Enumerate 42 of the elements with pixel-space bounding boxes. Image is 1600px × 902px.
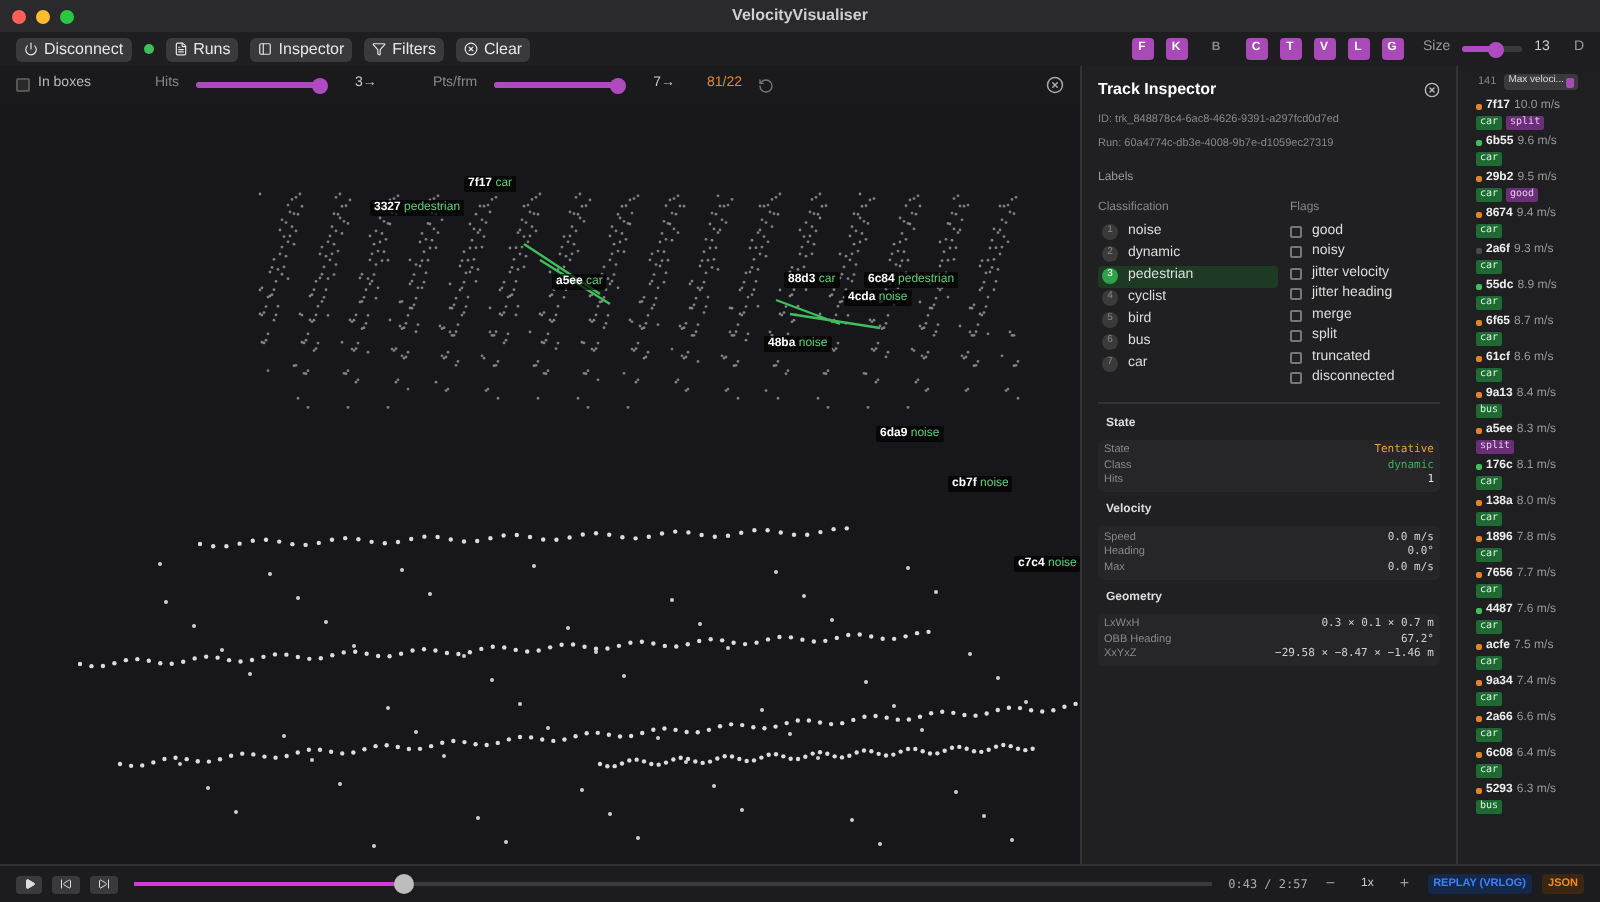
step-back-button[interactable] (52, 875, 80, 893)
slider-thumb[interactable] (1487, 41, 1504, 57)
flag-checkbox[interactable] (1290, 351, 1302, 364)
step-forward-icon (98, 878, 110, 890)
disconnect-button[interactable]: Disconnect (16, 37, 132, 61)
power-icon (24, 42, 38, 56)
close-window-icon[interactable] (12, 9, 26, 23)
timeline-thumb[interactable] (393, 874, 414, 894)
clear-icon (463, 42, 478, 56)
document-icon (173, 42, 188, 56)
faster-button[interactable]: + (1391, 872, 1418, 896)
runs-button[interactable]: Runs (165, 37, 239, 61)
flag-checkbox[interactable] (1290, 288, 1302, 301)
flag-checkbox[interactable] (1290, 309, 1302, 322)
window-title: VelocityVisualiser (732, 4, 868, 28)
close-icon[interactable] (1424, 82, 1440, 98)
flag-checkbox[interactable] (1290, 225, 1302, 238)
dropdown-caret-icon (1565, 77, 1574, 88)
play-button[interactable] (16, 875, 42, 893)
flag-checkbox[interactable] (1290, 372, 1302, 385)
panel-icon (258, 42, 273, 56)
minimize-window-icon[interactable] (36, 9, 50, 23)
slider-thumb[interactable] (609, 77, 626, 93)
zoom-window-icon[interactable] (60, 9, 74, 23)
filter-icon (372, 42, 387, 56)
step-forward-button[interactable] (90, 875, 118, 893)
slower-button[interactable]: − (1317, 872, 1344, 896)
inspector-button[interactable]: Inspector (250, 37, 353, 61)
in-boxes-checkbox[interactable] (16, 78, 30, 92)
play-icon (23, 878, 35, 890)
flag-checkbox[interactable] (1290, 267, 1302, 280)
slider[interactable] (1462, 40, 1523, 58)
inspector-title: Track Inspector (1098, 78, 1217, 102)
step-back-icon (60, 878, 72, 890)
timeline-slider[interactable] (134, 874, 1213, 894)
filters-button[interactable]: Filters (364, 37, 444, 61)
flag-checkbox[interactable] (1290, 246, 1302, 259)
reset-icon[interactable] (758, 77, 775, 93)
clear-button[interactable]: Clear (455, 37, 531, 61)
flag-checkbox[interactable] (1290, 330, 1302, 343)
slider-thumb[interactable] (311, 77, 328, 93)
close-icon[interactable] (1046, 76, 1064, 94)
